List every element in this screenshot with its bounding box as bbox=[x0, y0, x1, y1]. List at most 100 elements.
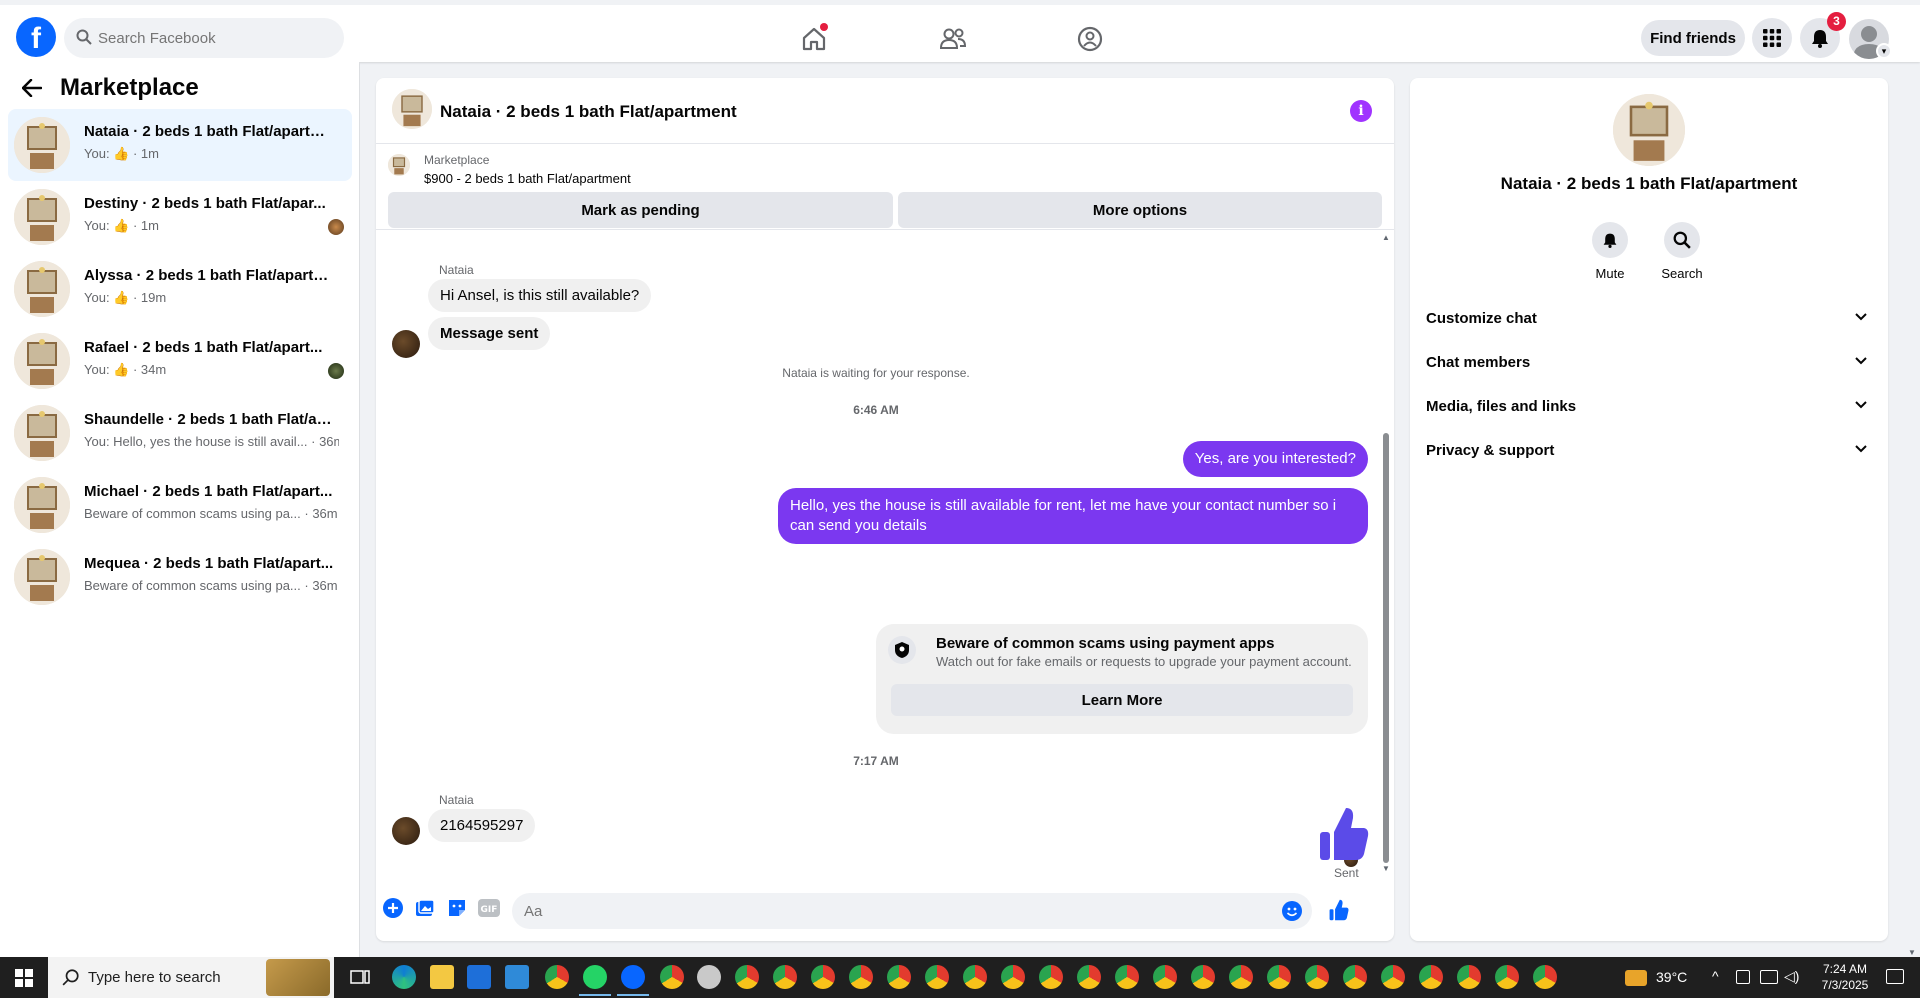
groups-nav[interactable] bbox=[1070, 19, 1110, 59]
friends-nav[interactable] bbox=[933, 19, 973, 59]
whatsapp-icon[interactable] bbox=[579, 965, 611, 996]
message-field[interactable] bbox=[512, 893, 1312, 929]
chrome-icon[interactable] bbox=[849, 965, 873, 989]
bell-icon[interactable] bbox=[1592, 222, 1628, 258]
chrome-icon[interactable] bbox=[1419, 965, 1443, 989]
page-scrollbar[interactable]: ▼ bbox=[1904, 62, 1920, 957]
chrome-icon[interactable] bbox=[1115, 965, 1139, 989]
weather-temperature[interactable]: 39°C bbox=[1656, 969, 1687, 998]
chrome-icon[interactable] bbox=[887, 965, 911, 989]
details-listing-photo[interactable] bbox=[1613, 94, 1685, 166]
system-clock[interactable]: 7:24 AM 7/3/2025 bbox=[1815, 961, 1875, 998]
search-action[interactable]: Search bbox=[1652, 222, 1712, 281]
taskbar-search[interactable]: Type here to search bbox=[48, 957, 334, 998]
chat-members-section[interactable]: Chat members bbox=[1424, 344, 1874, 380]
chrome-icon[interactable] bbox=[811, 965, 835, 989]
chrome-icon[interactable] bbox=[1495, 965, 1519, 989]
display-icon[interactable] bbox=[1760, 970, 1778, 984]
sticker-icon[interactable] bbox=[446, 897, 468, 919]
chrome-icon[interactable] bbox=[545, 965, 569, 989]
chrome-icon[interactable] bbox=[1077, 965, 1101, 989]
chrome-icon[interactable] bbox=[1381, 965, 1405, 989]
chrome-icon[interactable] bbox=[660, 965, 684, 989]
weather-icon[interactable] bbox=[1625, 970, 1647, 986]
chrome-icon[interactable] bbox=[735, 965, 759, 989]
mail-icon[interactable] bbox=[505, 965, 529, 989]
message-scrollbar[interactable]: ▲ ▼ bbox=[1381, 233, 1391, 873]
chrome-icon[interactable] bbox=[1229, 965, 1253, 989]
store-icon[interactable] bbox=[467, 965, 491, 989]
task-view-icon[interactable] bbox=[350, 968, 370, 991]
sender-avatar[interactable] bbox=[392, 817, 420, 845]
conversation-item[interactable]: Shaundelle · 2 beds 1 bath Flat/ap... Yo… bbox=[8, 397, 352, 469]
scroll-down-arrow[interactable]: ▼ bbox=[1381, 864, 1391, 873]
chrome-icon[interactable] bbox=[773, 965, 797, 989]
home-nav[interactable] bbox=[794, 19, 834, 59]
back-button[interactable] bbox=[18, 74, 46, 102]
chrome-icon[interactable] bbox=[1305, 965, 1329, 989]
speaker-icon[interactable]: ◁) bbox=[1784, 968, 1799, 998]
privacy-support-section[interactable]: Privacy & support bbox=[1424, 432, 1874, 468]
scroll-up-arrow[interactable]: ▲ bbox=[1381, 233, 1391, 242]
mute-action[interactable]: Mute bbox=[1580, 222, 1640, 281]
sender-avatar[interactable] bbox=[392, 330, 420, 358]
learn-more-button[interactable]: Learn More bbox=[891, 684, 1353, 716]
conversation-item[interactable]: Alyssa · 2 beds 1 bath Flat/apartm... Yo… bbox=[8, 253, 352, 325]
conversation-item[interactable]: Mequea · 2 beds 1 bath Flat/apart... Bew… bbox=[8, 541, 352, 613]
chrome-icon[interactable] bbox=[1153, 965, 1177, 989]
conversation-item[interactable]: Michael · 2 beds 1 bath Flat/apart... Be… bbox=[8, 469, 352, 541]
thumbs-up-icon[interactable] bbox=[1318, 806, 1370, 862]
search-input[interactable] bbox=[98, 18, 334, 58]
info-icon[interactable]: i bbox=[1350, 100, 1372, 122]
incoming-message[interactable]: Message sent bbox=[428, 317, 551, 350]
find-friends-button[interactable]: Find friends bbox=[1641, 20, 1745, 56]
customize-chat-section[interactable]: Customize chat bbox=[1424, 300, 1874, 336]
page-scroll-down-arrow[interactable]: ▼ bbox=[1904, 948, 1920, 957]
search-highlight-image[interactable] bbox=[266, 959, 330, 996]
facebook-search[interactable] bbox=[64, 18, 344, 58]
outgoing-message[interactable]: Hello, yes the house is still available … bbox=[778, 488, 1368, 544]
network-icon[interactable] bbox=[1736, 970, 1750, 984]
chrome-icon[interactable] bbox=[1191, 965, 1215, 989]
chrome-icon[interactable] bbox=[925, 965, 949, 989]
emoji-icon[interactable] bbox=[1282, 901, 1302, 921]
chrome-icon[interactable] bbox=[1267, 965, 1291, 989]
plus-icon[interactable] bbox=[382, 897, 404, 919]
chrome-icon[interactable] bbox=[1001, 965, 1025, 989]
conversation-item[interactable]: Nataia · 2 beds 1 bath Flat/apartm... Yo… bbox=[8, 109, 352, 181]
photo-icon[interactable] bbox=[414, 897, 436, 919]
chrome-icon[interactable] bbox=[1457, 965, 1481, 989]
more-options-button[interactable]: More options bbox=[898, 192, 1382, 228]
outgoing-message[interactable]: Yes, are you interested? bbox=[1182, 441, 1368, 477]
gif-icon[interactable]: GIF bbox=[478, 897, 500, 919]
message-input[interactable] bbox=[524, 893, 1264, 929]
mark-as-pending-button[interactable]: Mark as pending bbox=[388, 192, 893, 228]
conversation-item[interactable]: Destiny · 2 beds 1 bath Flat/apar... You… bbox=[8, 181, 352, 253]
media-files-links-section[interactable]: Media, files and links bbox=[1424, 388, 1874, 424]
facebook-app-icon[interactable] bbox=[617, 965, 649, 996]
search-icon[interactable] bbox=[1664, 222, 1700, 258]
chrome-icon[interactable] bbox=[1343, 965, 1367, 989]
chrome-icon[interactable] bbox=[1039, 965, 1063, 989]
notification-center-icon[interactable] bbox=[1886, 969, 1904, 984]
chevron-up-icon[interactable]: ^ bbox=[1712, 968, 1719, 998]
facebook-logo[interactable]: f bbox=[16, 17, 56, 57]
edge-icon[interactable] bbox=[392, 965, 416, 989]
chrome-icon[interactable] bbox=[1533, 965, 1557, 989]
conversation-item[interactable]: Rafael · 2 beds 1 bath Flat/apart... You… bbox=[8, 325, 352, 397]
chrome-icon[interactable] bbox=[963, 965, 987, 989]
incoming-message[interactable]: Hi Ansel, is this still available? bbox=[428, 279, 652, 312]
listing-price-title[interactable]: $900 - 2 beds 1 bath Flat/apartment bbox=[424, 171, 631, 186]
file-explorer-icon[interactable] bbox=[430, 965, 454, 989]
chat-title[interactable]: Nataia · 2 beds 1 bath Flat/apartment bbox=[440, 102, 737, 122]
incoming-message[interactable]: 2164595297 bbox=[428, 809, 536, 842]
notifications-button[interactable]: 3 bbox=[1800, 12, 1846, 58]
send-like-icon[interactable] bbox=[1328, 899, 1350, 921]
scroll-thumb[interactable] bbox=[1383, 433, 1389, 863]
menu-button[interactable] bbox=[1752, 18, 1792, 58]
timestamp-separator: 7:17 AM bbox=[853, 754, 899, 768]
app-icon[interactable] bbox=[697, 965, 721, 989]
chevron-down-icon[interactable]: ▾ bbox=[1876, 43, 1892, 59]
chat-listing-photo[interactable] bbox=[392, 89, 432, 129]
start-button[interactable] bbox=[0, 957, 48, 998]
